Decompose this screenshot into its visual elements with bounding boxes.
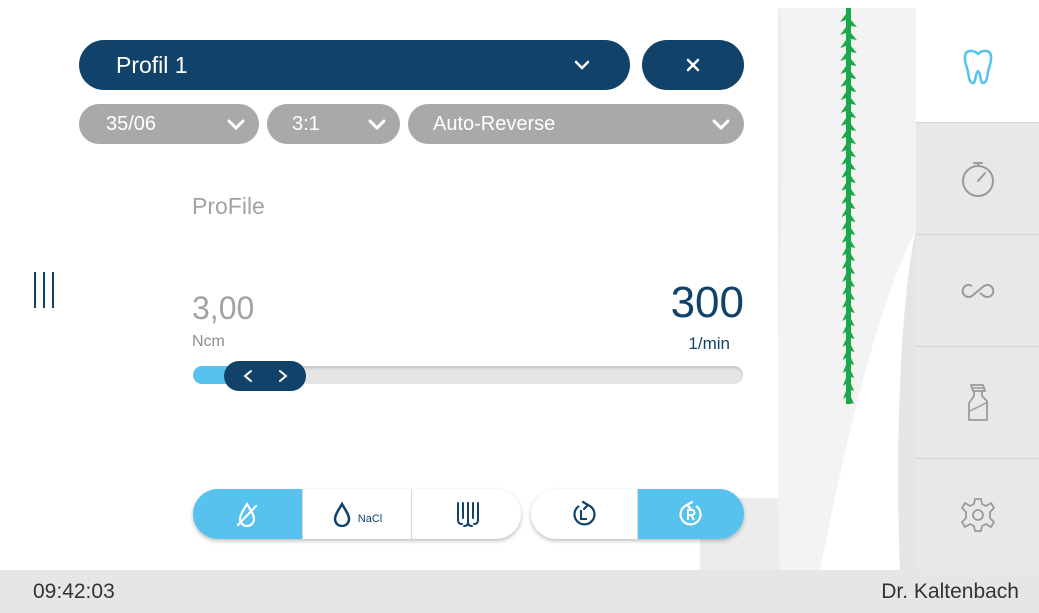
chevron-down-icon <box>368 119 386 130</box>
sidebar-item-infinity[interactable] <box>916 234 1039 346</box>
chevron-left-icon <box>242 370 252 382</box>
speed-unit: 1/min <box>688 334 730 353</box>
ratio-dropdown[interactable]: 3:1 <box>267 104 400 144</box>
file-system-name: ProFile <box>192 193 265 219</box>
rotate-right-icon <box>679 500 702 526</box>
rotate-left-button[interactable] <box>531 489 638 539</box>
profile-dropdown[interactable]: Profil 1 <box>79 40 630 90</box>
speed-slider-thumb[interactable] <box>224 361 306 391</box>
right-sidebar <box>916 0 1039 570</box>
nacl-label: NaCl <box>357 513 383 525</box>
close-icon <box>686 58 700 72</box>
coolant-selector: NaCl <box>193 489 521 539</box>
water-drop-icon <box>333 501 351 527</box>
user-name: Dr. Kaltenbach <box>881 579 1019 603</box>
chevron-down-icon <box>227 119 245 130</box>
chevron-down-icon <box>574 60 590 70</box>
drag-handle-icon[interactable] <box>30 270 60 310</box>
sidebar-item-cleaning[interactable] <box>916 346 1039 458</box>
spray-coolant-button[interactable] <box>412 489 521 539</box>
sidebar-item-settings[interactable] <box>916 458 1039 570</box>
no-coolant-button[interactable] <box>193 489 303 539</box>
ratio-label: 3:1 <box>292 112 320 135</box>
file-instrument-icon <box>840 8 857 404</box>
nacl-coolant-button[interactable]: NaCl <box>303 489 413 539</box>
status-bar: 09:42:03 Dr. Kaltenbach <box>0 570 1039 613</box>
rotate-left-icon <box>573 500 596 526</box>
gear-icon <box>960 497 995 532</box>
no-coolant-icon <box>237 501 258 528</box>
rotate-right-button[interactable] <box>638 489 744 539</box>
rotation-selector <box>531 489 744 539</box>
mode-dropdown[interactable]: Auto-Reverse <box>408 104 744 144</box>
chevron-down-icon <box>712 119 730 130</box>
file-size-dropdown[interactable]: 35/06 <box>79 104 259 144</box>
profile-label: Profil 1 <box>116 51 188 78</box>
close-button[interactable] <box>642 40 744 90</box>
sidebar-item-timer[interactable] <box>916 122 1039 234</box>
infinity-icon <box>961 283 994 298</box>
mode-label: Auto-Reverse <box>433 112 556 135</box>
file-size-label: 35/06 <box>106 112 157 135</box>
chevron-right-icon <box>278 370 288 382</box>
spray-coolant-icon <box>456 502 479 527</box>
speed-value: 300 <box>670 278 744 327</box>
sidebar-item-tooth[interactable] <box>916 10 1039 122</box>
timer-icon <box>961 161 994 197</box>
torque-unit: Ncm <box>192 333 225 350</box>
clock: 09:42:03 <box>33 579 115 603</box>
tooth-icon <box>963 49 992 85</box>
torque-value: 3,00 <box>192 290 255 326</box>
spray-bottle-icon <box>967 383 988 421</box>
